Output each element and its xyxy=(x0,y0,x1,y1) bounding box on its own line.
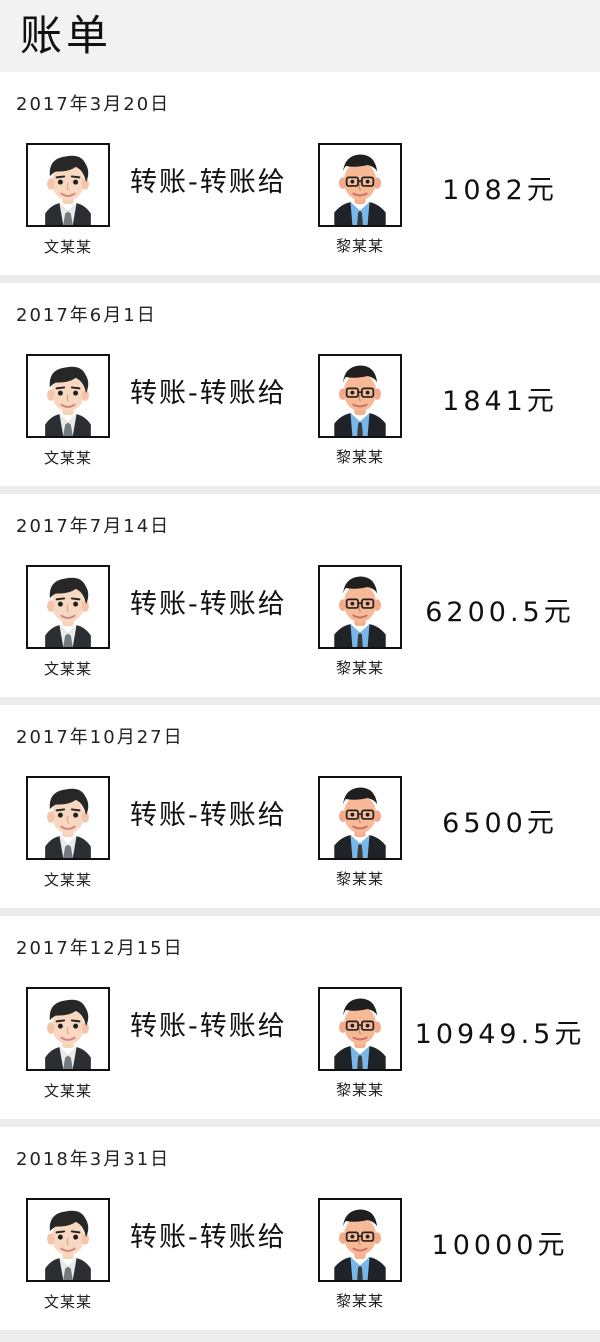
receiver-avatar[interactable] xyxy=(318,776,402,860)
sender-avatar[interactable] xyxy=(26,1198,110,1282)
man-with-glasses-avatar-icon xyxy=(320,356,400,436)
transaction-card[interactable]: 2017年12月15日 文某某 转账-转账给 黎某某 10949.5元 xyxy=(0,916,600,1119)
sender-name: 文某某 xyxy=(43,1082,92,1100)
receiver-avatar[interactable] xyxy=(318,354,402,438)
sender-avatar[interactable] xyxy=(26,143,110,227)
sender-name: 文某某 xyxy=(43,660,92,678)
transaction-date: 2018年3月31日 xyxy=(16,1149,171,1170)
header: 账单 xyxy=(0,0,600,72)
receiver-name: 黎某某 xyxy=(335,1081,384,1099)
sender-avatar[interactable] xyxy=(26,987,110,1071)
transfer-amount: 1841元 xyxy=(442,386,558,417)
transfer-action-label: 转账-转账给 xyxy=(130,167,287,198)
transaction-date: 2017年10月27日 xyxy=(16,727,184,748)
transfer-amount: 1082元 xyxy=(442,175,558,206)
man-avatar-icon xyxy=(28,567,108,647)
sender-name: 文某某 xyxy=(43,449,92,467)
sender-name: 文某某 xyxy=(43,238,92,256)
receiver-avatar[interactable] xyxy=(318,143,402,227)
man-avatar-icon xyxy=(28,989,108,1069)
transfer-action-label: 转账-转账给 xyxy=(130,800,287,831)
receiver-avatar[interactable] xyxy=(318,565,402,649)
transfer-action-label: 转账-转账给 xyxy=(130,1011,287,1042)
receiver-name: 黎某某 xyxy=(335,448,384,466)
sender-avatar[interactable] xyxy=(26,354,110,438)
transfer-action-label: 转账-转账给 xyxy=(130,1222,287,1253)
sender-name: 文某某 xyxy=(43,871,92,889)
man-avatar-icon xyxy=(28,356,108,436)
receiver-avatar[interactable] xyxy=(318,1198,402,1282)
transaction-card[interactable]: 2018年3月31日 文某某 转账-转账给 黎某某 10000元 xyxy=(0,1127,600,1330)
receiver-avatar[interactable] xyxy=(318,987,402,1071)
transfer-action-label: 转账-转账给 xyxy=(130,378,287,409)
receiver-name: 黎某某 xyxy=(335,659,384,677)
receiver-name: 黎某某 xyxy=(335,237,384,255)
man-with-glasses-avatar-icon xyxy=(320,989,400,1069)
transaction-date: 2017年7月14日 xyxy=(16,516,171,537)
transaction-card[interactable]: 2017年6月1日 文某某 转账-转账给 黎某某 1841元 xyxy=(0,283,600,486)
man-avatar-icon xyxy=(28,778,108,858)
transaction-card[interactable]: 2017年7月14日 文某某 转账-转账给 黎某某 6200.5元 xyxy=(0,494,600,697)
man-avatar-icon xyxy=(28,1200,108,1280)
transaction-date: 2017年6月1日 xyxy=(16,305,157,326)
transfer-action-label: 转账-转账给 xyxy=(130,589,287,620)
transaction-card[interactable]: 2017年10月27日 文某某 转账-转账给 黎某某 6500元 xyxy=(0,705,600,908)
transaction-card[interactable]: 2017年3月20日 文某某 转账-转账给 黎某某 1082元 xyxy=(0,72,600,275)
transfer-amount: 10000元 xyxy=(431,1230,569,1261)
transaction-date: 2017年3月20日 xyxy=(16,94,171,115)
transfer-amount: 6200.5元 xyxy=(425,597,575,628)
transfer-amount: 10949.5元 xyxy=(414,1019,586,1050)
sender-avatar[interactable] xyxy=(26,565,110,649)
man-with-glasses-avatar-icon xyxy=(320,145,400,225)
man-avatar-icon xyxy=(28,145,108,225)
sender-name: 文某某 xyxy=(43,1293,92,1311)
receiver-name: 黎某某 xyxy=(335,870,384,888)
receiver-name: 黎某某 xyxy=(335,1292,384,1310)
transaction-date: 2017年12月15日 xyxy=(16,938,184,959)
page-title: 账单 xyxy=(20,11,113,60)
transfer-amount: 6500元 xyxy=(442,808,558,839)
man-with-glasses-avatar-icon xyxy=(320,1200,400,1280)
transaction-list: 2017年3月20日 文某某 转账-转账给 黎某某 1082元 2017年6月1… xyxy=(0,72,600,1330)
man-with-glasses-avatar-icon xyxy=(320,778,400,858)
sender-avatar[interactable] xyxy=(26,776,110,860)
man-with-glasses-avatar-icon xyxy=(320,567,400,647)
